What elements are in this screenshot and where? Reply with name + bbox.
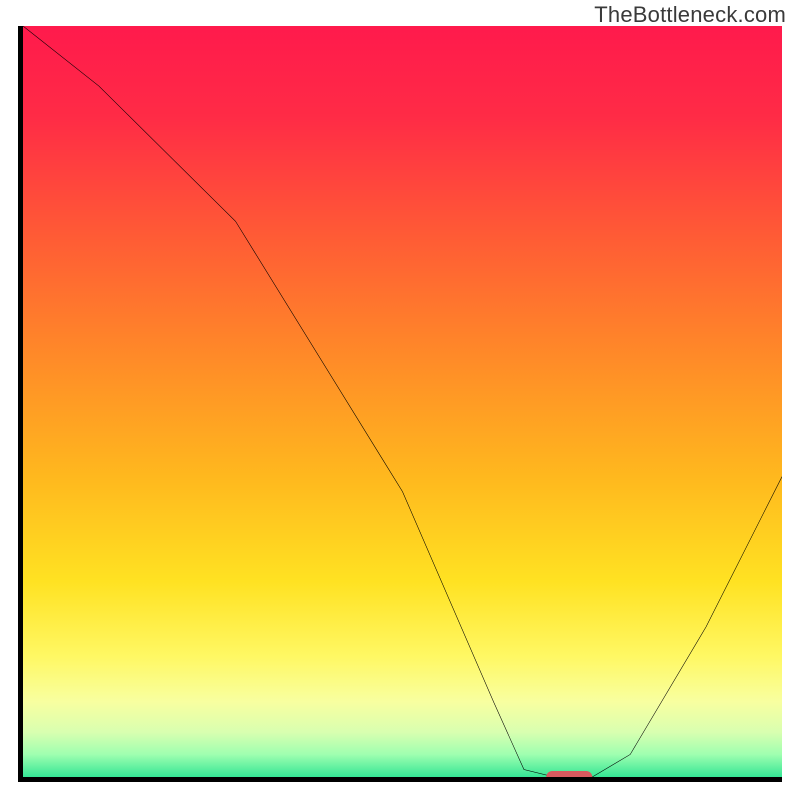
- bottleneck-curve: [23, 26, 782, 777]
- optimal-marker: [547, 771, 593, 782]
- plot-area: [18, 26, 782, 782]
- watermark-text: TheBottleneck.com: [594, 2, 786, 28]
- chart-container: TheBottleneck.com: [0, 0, 800, 800]
